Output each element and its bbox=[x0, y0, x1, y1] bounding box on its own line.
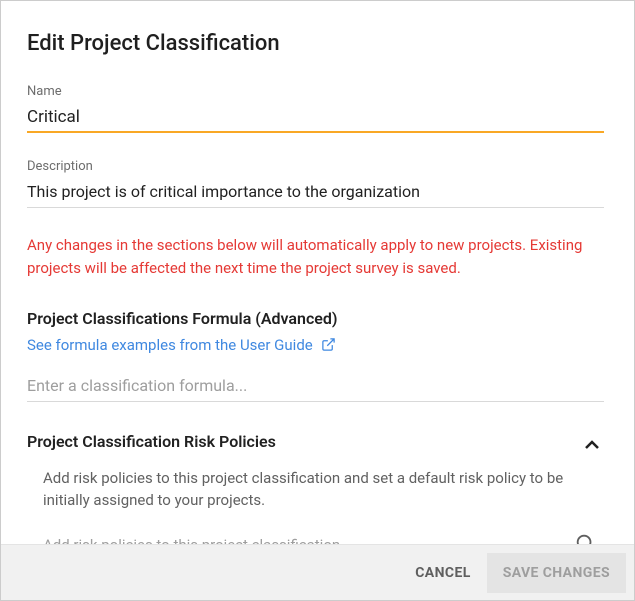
description-label: Description bbox=[27, 159, 604, 174]
cancel-button[interactable]: CANCEL bbox=[399, 553, 486, 593]
formula-heading: Project Classifications Formula (Advance… bbox=[27, 309, 604, 328]
risk-policies-header[interactable]: Project Classification Risk Policies bbox=[27, 432, 604, 459]
name-field: Name bbox=[27, 84, 604, 133]
description-field: Description bbox=[27, 159, 604, 208]
formula-input[interactable] bbox=[27, 372, 604, 402]
risk-policies-heading: Project Classification Risk Policies bbox=[27, 432, 276, 451]
save-button[interactable]: SAVE CHANGES bbox=[487, 553, 626, 593]
external-link-icon bbox=[321, 337, 336, 352]
description-input[interactable] bbox=[27, 180, 604, 208]
name-input[interactable] bbox=[27, 105, 604, 133]
page-title: Edit Project Classification bbox=[27, 31, 604, 56]
warning-text: Any changes in the sections below will a… bbox=[27, 234, 604, 281]
chevron-up-icon bbox=[580, 433, 604, 457]
risk-policies-search-row bbox=[27, 532, 604, 545]
formula-examples-link[interactable]: See formula examples from the User Guide bbox=[27, 336, 313, 354]
risk-policies-subtext: Add risk policies to this project classi… bbox=[27, 467, 604, 512]
formula-link-row: See formula examples from the User Guide bbox=[27, 336, 604, 354]
name-label: Name bbox=[27, 84, 604, 99]
risk-policies-search-input[interactable] bbox=[43, 532, 600, 545]
dialog-body: Edit Project Classification Name Descrip… bbox=[1, 1, 634, 544]
search-icon[interactable] bbox=[574, 532, 596, 545]
dialog-footer: CANCEL SAVE CHANGES bbox=[1, 544, 634, 600]
